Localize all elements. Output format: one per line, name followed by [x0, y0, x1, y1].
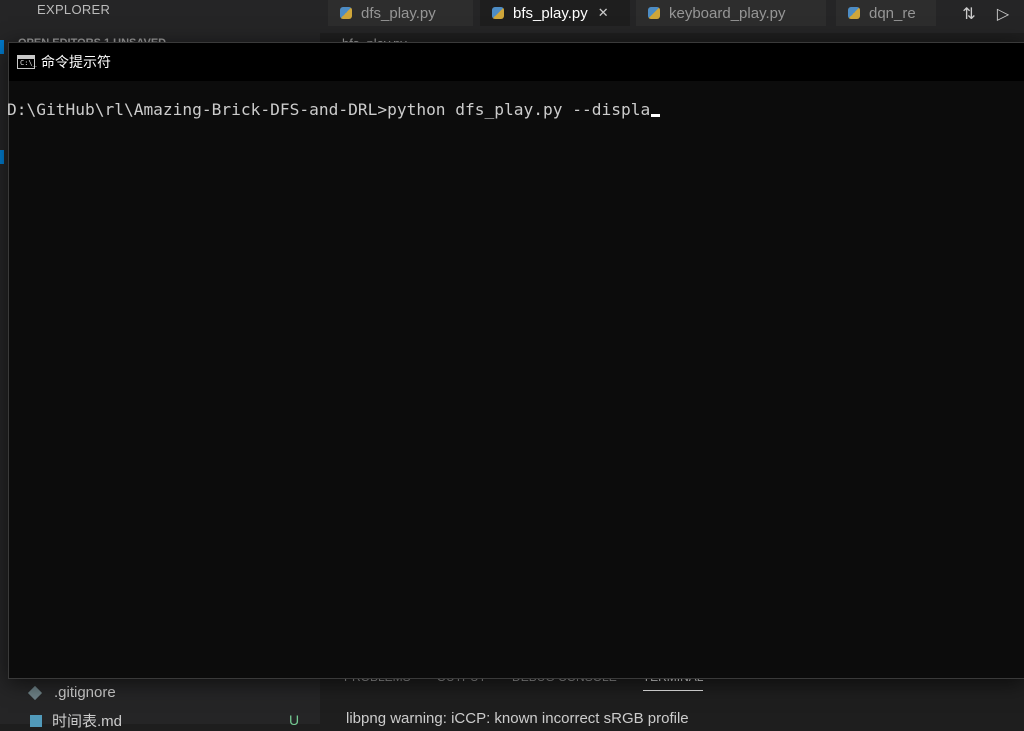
compare-changes-icon[interactable]: ⇅ — [956, 0, 982, 26]
file-item-label: 时间表.md — [52, 713, 123, 730]
tab-dfs-play[interactable]: dfs_play.py — [328, 0, 473, 26]
editor-actions: ⇅ ▷ — [946, 0, 1024, 26]
markdown-icon — [30, 714, 42, 727]
cmd-icon-text: C:\_ — [20, 59, 37, 67]
untracked-badge: U — [289, 712, 300, 728]
activity-indicator — [0, 40, 4, 54]
command-line[interactable]: D:\GitHub\rl\Amazing-Brick-DFS-and-DRL>p… — [7, 100, 661, 119]
python-icon — [648, 7, 660, 19]
explorer-title: EXPLORER — [37, 2, 111, 17]
text-cursor — [651, 114, 661, 117]
close-icon[interactable]: ✕ — [598, 5, 609, 21]
activity-indicator — [0, 150, 4, 164]
cmd-console[interactable]: D:\GitHub\rl\Amazing-Brick-DFS-and-DRL>p… — [7, 81, 1024, 678]
cmd-icon: C:\_ — [17, 55, 37, 69]
tab-dqn-re[interactable]: dqn_re — [836, 0, 936, 26]
prompt-text: D:\GitHub\rl\Amazing-Brick-DFS-and-DRL>p… — [7, 100, 651, 119]
gitignore-icon — [27, 685, 43, 700]
python-icon — [492, 7, 504, 19]
python-icon — [340, 7, 352, 19]
terminal-output-line: libpng warning: iCCP: known incorrect sR… — [346, 710, 689, 727]
tab-label: dqn_re — [869, 4, 916, 22]
command-prompt-window[interactable]: C:\_ 命令提示符 D:\GitHub\rl\Amazing-Brick-DF… — [7, 42, 1024, 679]
python-icon — [848, 7, 860, 19]
tab-keyboard-play[interactable]: keyboard_play.py — [636, 0, 826, 26]
tab-bfs-play[interactable]: bfs_play.py ✕ — [480, 0, 630, 26]
window-title: 命令提示符 — [41, 55, 111, 71]
tab-label: dfs_play.py — [361, 4, 436, 22]
tab-label: bfs_play.py — [513, 4, 588, 22]
file-item-gitignore[interactable]: .gitignore — [27, 684, 116, 701]
run-icon[interactable]: ▷ — [990, 0, 1016, 26]
tab-label: keyboard_play.py — [669, 4, 786, 22]
cmd-title-bar[interactable]: C:\_ 命令提示符 — [9, 43, 1024, 81]
file-item-schedule-md[interactable]: 时间表.md — [30, 710, 122, 731]
editor-tab-bar: dfs_play.py bfs_play.py ✕ keyboard_play.… — [320, 0, 1024, 33]
file-item-label: .gitignore — [54, 684, 116, 701]
